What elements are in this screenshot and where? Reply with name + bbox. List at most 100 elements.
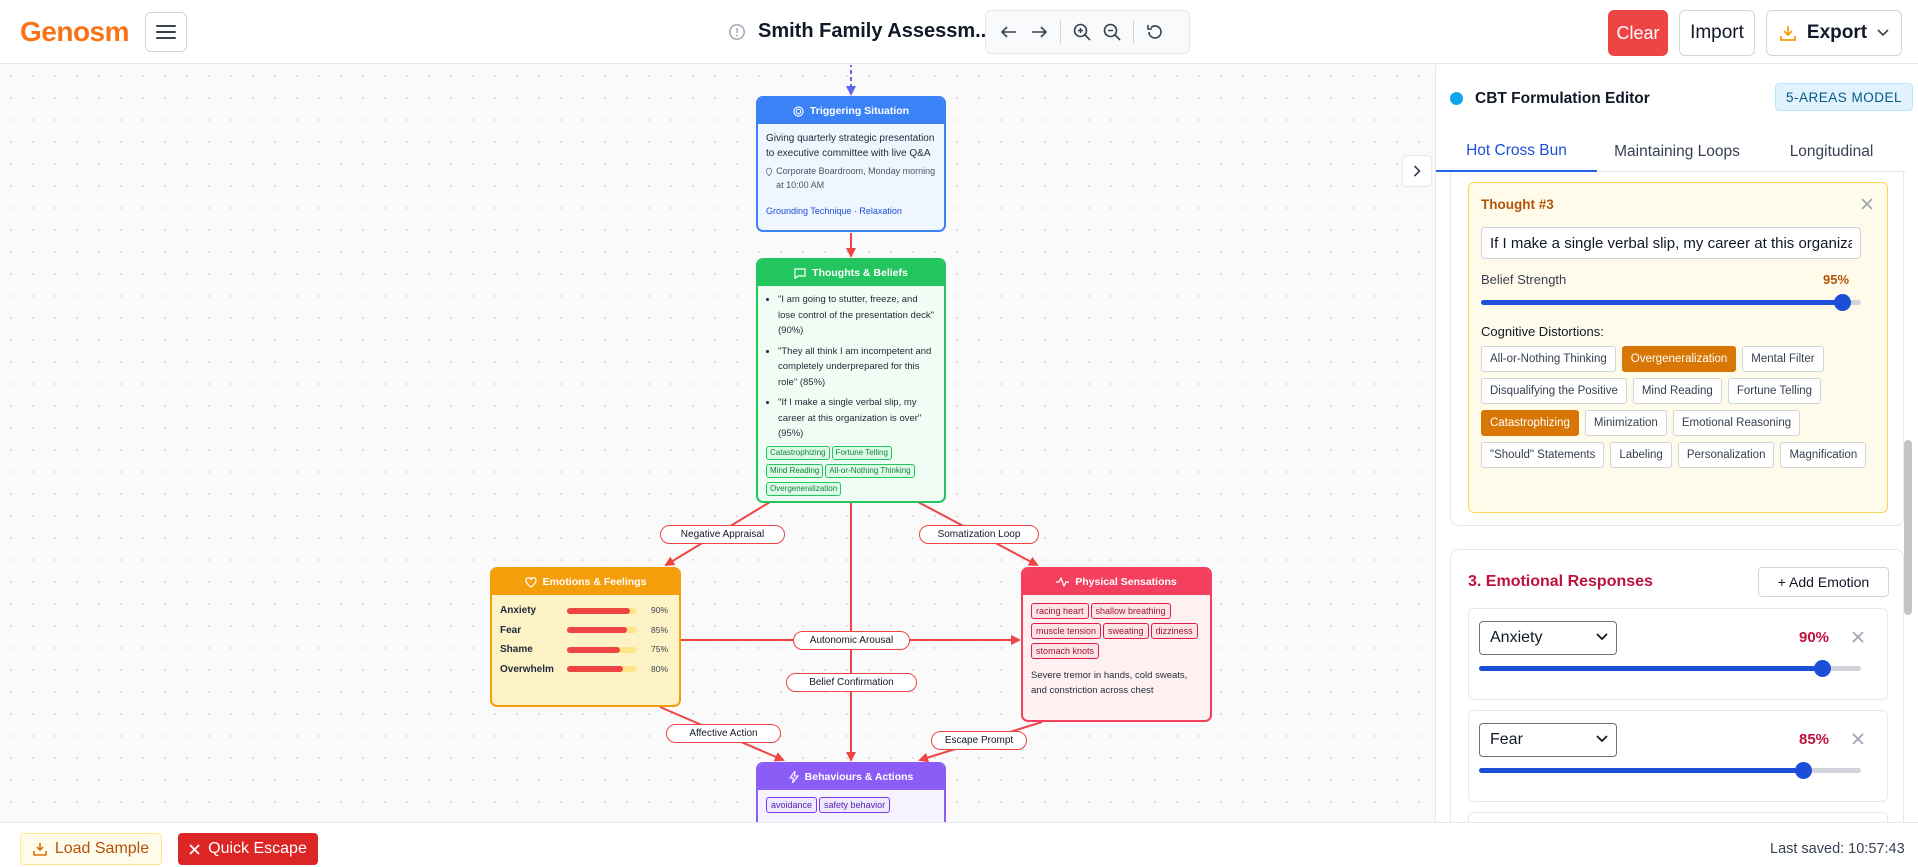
close-icon[interactable]: [1851, 630, 1865, 644]
arrow-left-icon: [1001, 26, 1016, 38]
emotion-row: Fear 85%: [500, 624, 669, 636]
diagram-canvas[interactable]: Negative Appraisal Somatization Loop Aut…: [0, 65, 1435, 822]
node-header: Behaviours & Actions: [758, 764, 944, 790]
target-icon: [793, 105, 804, 117]
thought-card-label: Thought #3: [1481, 197, 1554, 212]
import-button[interactable]: Import: [1679, 10, 1755, 56]
thought-text-input[interactable]: [1481, 227, 1861, 259]
tab-hot-cross-bun[interactable]: Hot Cross Bun: [1436, 132, 1597, 172]
add-emotion-button[interactable]: + Add Emotion: [1758, 567, 1889, 597]
distortion-chip[interactable]: Labeling: [1610, 442, 1672, 468]
map-pin-icon: [766, 167, 773, 177]
emotion-select[interactable]: Anxiety: [1479, 621, 1617, 655]
quick-escape-button[interactable]: Quick Escape: [178, 833, 318, 865]
page-title[interactable]: Smith Family Assessm...: [758, 20, 992, 43]
emotion-card: Anxiety 90%: [1468, 608, 1888, 700]
sensation-tag: stomach knots: [1031, 643, 1100, 659]
panel-scrollbar[interactable]: [1904, 440, 1912, 615]
distortion-chip[interactable]: Overgeneralization: [1621, 346, 1737, 372]
node-physical-sensations[interactable]: Physical Sensations racing heart shallow …: [1021, 567, 1212, 722]
trigger-description: Giving quarterly strategic presentation …: [766, 133, 935, 159]
thought-card: Thought #3 Belief Strength 95% Cognitive…: [1468, 182, 1888, 513]
distortion-chip[interactable]: "Should" Statements: [1481, 442, 1605, 468]
toolbar-divider: [1133, 20, 1134, 44]
close-icon[interactable]: [1859, 196, 1875, 212]
node-triggering-situation[interactable]: Triggering Situation Giving quarterly st…: [756, 96, 946, 232]
edge-label-autonomic-arousal[interactable]: Autonomic Arousal: [793, 631, 910, 650]
slider-thumb[interactable]: [1834, 294, 1851, 311]
formulation-editor-panel: CBT Formulation Editor 5-AREAS MODEL Hot…: [1435, 65, 1918, 822]
slider-thumb[interactable]: [1814, 660, 1831, 677]
panel-collapse-button[interactable]: [1402, 155, 1432, 187]
distortion-chip[interactable]: Emotional Reasoning: [1672, 410, 1801, 436]
zoom-in-icon: [1073, 23, 1091, 41]
node-header: Physical Sensations: [1023, 569, 1210, 595]
sensation-description: Severe tremor in hands, cold sweats, and…: [1031, 670, 1188, 696]
chevron-down-icon: [1877, 29, 1889, 37]
distortion-chip[interactable]: Catastrophizing: [1481, 410, 1579, 436]
reset-view-button[interactable]: [1140, 17, 1170, 47]
belief-strength-value: 95%: [1823, 272, 1850, 287]
distortion-chip[interactable]: Minimization: [1584, 410, 1667, 436]
edge-layer: [659, 65, 1043, 763]
title-area: Smith Family Assessm...: [728, 20, 992, 43]
panel-title: CBT Formulation Editor: [1475, 89, 1650, 107]
node-body: "I am going to stutter, freeze, and lose…: [758, 286, 944, 501]
thought-item: "I am going to stutter, freeze, and lose…: [778, 292, 936, 339]
emotion-row: Shame 75%: [500, 644, 669, 656]
app-logo[interactable]: Genosm: [20, 16, 130, 48]
zoom-in-button[interactable]: [1067, 17, 1097, 47]
undo-button[interactable]: [994, 17, 1024, 47]
distortion-chip[interactable]: Mental Filter: [1742, 346, 1824, 372]
app-header: Genosm Smith Family Assessm... Clear Imp…: [0, 0, 1918, 64]
distortion-tag: Catastrophizing: [766, 445, 830, 460]
belief-strength-slider[interactable]: [1481, 294, 1861, 311]
edge-label-escape-prompt[interactable]: Escape Prompt: [931, 731, 1027, 750]
distortion-tag: Fortune Telling: [831, 445, 892, 460]
behaviour-tag: safety behavior: [819, 797, 891, 813]
distortion-chip[interactable]: Fortune Telling: [1727, 378, 1822, 404]
distortion-chip[interactable]: Disqualifying the Positive: [1481, 378, 1627, 404]
sensation-tag: shallow breathing: [1090, 603, 1171, 619]
panel-header: CBT Formulation Editor 5-AREAS MODEL: [1436, 65, 1918, 132]
emotion-intensity-value: 90%: [1799, 629, 1830, 646]
toolbar-divider: [1060, 20, 1061, 44]
node-thoughts-beliefs[interactable]: Thoughts & Beliefs "I am going to stutte…: [756, 258, 946, 503]
redo-button[interactable]: [1024, 17, 1054, 47]
info-icon[interactable]: [728, 23, 746, 41]
canvas-toolbar: [985, 10, 1190, 54]
node-behaviours-actions[interactable]: Behaviours & Actions avoidance safety beh…: [756, 762, 946, 822]
tab-maintaining-loops[interactable]: Maintaining Loops: [1597, 132, 1757, 172]
clear-button[interactable]: Clear: [1608, 10, 1668, 56]
zoom-out-button[interactable]: [1097, 17, 1127, 47]
node-title: Behaviours & Actions: [804, 771, 914, 783]
thought-item: "If I make a single verbal slip, my care…: [778, 395, 936, 442]
emotion-intensity-slider[interactable]: [1479, 660, 1861, 677]
edge-label-negative-appraisal[interactable]: Negative Appraisal: [660, 525, 785, 544]
emotion-intensity-slider[interactable]: [1479, 762, 1861, 779]
tab-longitudinal[interactable]: Longitudinal: [1757, 132, 1906, 172]
slider-thumb[interactable]: [1795, 762, 1812, 779]
emotion-select[interactable]: Fear: [1479, 723, 1617, 757]
edge-label-belief-confirmation[interactable]: Belief Confirmation: [786, 673, 917, 692]
edge-label-somatization-loop[interactable]: Somatization Loop: [919, 525, 1039, 544]
model-badge: 5-AREAS MODEL: [1775, 83, 1914, 111]
edge-label-affective-action[interactable]: Affective Action: [666, 724, 781, 743]
activity-icon: [1056, 577, 1070, 587]
node-emotions-feelings[interactable]: Emotions & Feelings Anxiety 90% Fear 85% S…: [490, 567, 681, 707]
node-title: Physical Sensations: [1075, 576, 1177, 588]
reset-icon: [1147, 25, 1162, 39]
thought-list: "I am going to stutter, freeze, and lose…: [766, 292, 936, 442]
distortion-chip[interactable]: Personalization: [1677, 442, 1775, 468]
sensation-tag: muscle tension: [1031, 623, 1102, 639]
close-icon[interactable]: [1851, 732, 1865, 746]
distortion-chip[interactable]: Magnification: [1780, 442, 1867, 468]
distortion-chip[interactable]: All-or-Nothing Thinking: [1481, 346, 1616, 372]
trigger-techniques[interactable]: Grounding Technique · Relaxation: [766, 204, 936, 219]
export-button[interactable]: Export: [1766, 10, 1902, 56]
load-sample-button[interactable]: Load Sample: [20, 833, 162, 865]
emotional-section-title: 3. Emotional Responses: [1468, 573, 1653, 590]
distortion-chip[interactable]: Mind Reading: [1632, 378, 1722, 404]
menu-button[interactable]: [145, 12, 187, 52]
node-title: Emotions & Feelings: [542, 576, 647, 588]
